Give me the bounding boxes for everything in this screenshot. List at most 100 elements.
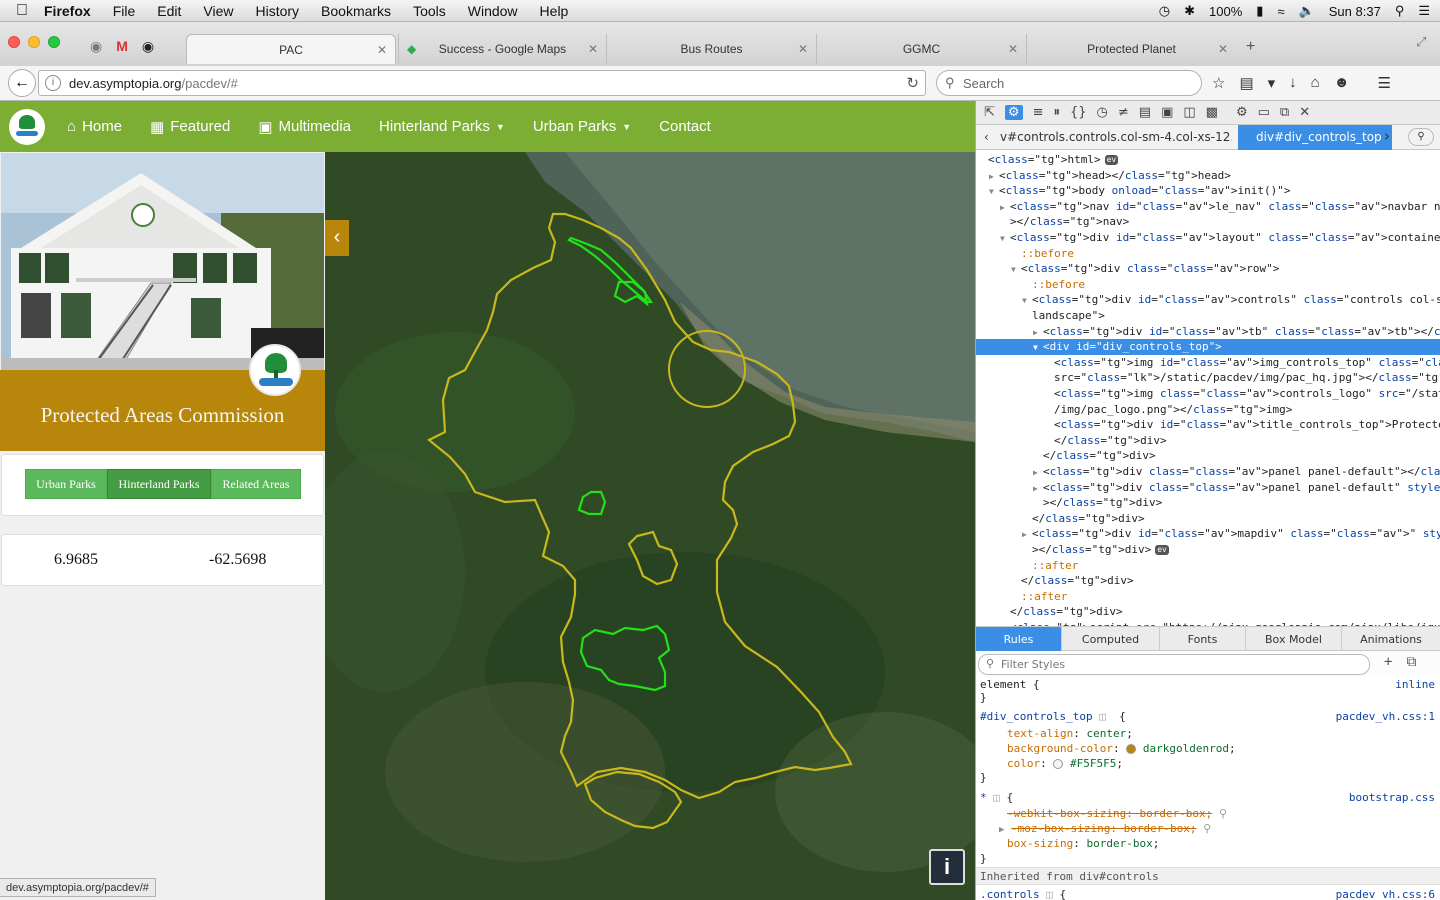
close-tab-icon[interactable]: ✕ [1218,42,1228,56]
rule-source-pacdev[interactable]: pacdev_vh.css:1 [1336,709,1435,724]
close-window-button[interactable] [8,36,20,48]
event-badge[interactable]: ev [1104,155,1119,165]
markup-node[interactable]: ▼ <class="tg">div id="class="av">controls… [976,292,1440,308]
markup-node[interactable]: </class="tg">div> [976,604,1440,620]
performance-icon[interactable]: ◷ [1097,105,1108,120]
markup-node[interactable]: ▶ <class="tg">head></class="tg">head> [976,168,1440,184]
menu-bookmarks[interactable]: Bookmarks [321,3,391,19]
search-html-icon[interactable]: ⚲ [1408,128,1434,146]
zoom-window-button[interactable] [48,36,60,48]
close-tab-icon[interactable]: ✕ [798,42,808,56]
close-tab-icon[interactable]: ✕ [1008,42,1018,56]
markup-node[interactable]: ▶ <class="tg">div id="class="av">tb" clas… [976,324,1440,340]
map-info-button[interactable]: i [929,849,965,885]
markup-node[interactable]: ▼ <class="tg">body onload="class="av">ini… [976,183,1440,199]
tab-box-model[interactable]: Box Model [1246,627,1342,651]
menu-edit[interactable]: Edit [157,3,181,19]
rule-source-bootstrap[interactable]: bootstrap.css [1349,790,1435,805]
tab-protected-planet[interactable]: Protected Planet ✕ [1026,34,1236,64]
menu-tools[interactable]: Tools [413,3,446,19]
settings-icon[interactable]: ⚙ [1236,105,1248,120]
home-icon[interactable]: ⌂ [1311,74,1320,92]
related-areas-button[interactable]: Related Areas [211,469,301,499]
markup-node[interactable]: /img/pac_logo.png"></class="tg">img> [976,402,1440,418]
menu-history[interactable]: History [255,3,299,19]
markup-node[interactable]: ▶ <class="tg">nav id="class="av">le_nav" … [976,199,1440,215]
search-bar[interactable]: ⚲ Search [936,70,1202,96]
pocket-icon[interactable]: ▾ [1268,74,1276,92]
nav-contact[interactable]: Contact [659,118,711,135]
selector-highlight-icon[interactable]: ◫ [1099,710,1106,723]
markup-view[interactable]: <class="tg">html> ev ▶ <class="tg">head></c… [976,150,1440,626]
decl-webkit-box-sizing[interactable]: -webkit-box-sizing: border-box; ⚲ [980,806,1435,821]
markup-node[interactable]: <class="tg">img class="class="av">contro… [976,386,1440,402]
wifi-icon[interactable]: ≈ [1277,4,1284,19]
nav-home[interactable]: ⌂ Home [67,118,122,135]
battery-percent[interactable]: 100% [1209,4,1242,19]
toggle-pseudo-class-icon[interactable]: ⧉ [1406,654,1416,670]
expand-arrow-icon[interactable]: ▶ [1033,325,1043,341]
breadcrumb-controls[interactable]: v#controls.controls.col-sm-4.col-xs-12… [1000,130,1232,144]
menu-file[interactable]: File [113,3,136,19]
battery-icon[interactable]: ▮ [1256,3,1263,19]
spotlight-icon[interactable]: ⚲ [1395,3,1405,19]
storage-icon[interactable]: ◫ [1183,105,1195,120]
decl-color[interactable]: color: #F5F5F5; [980,756,1435,771]
markup-node[interactable]: </class="tg">div> [976,511,1440,527]
url-bar[interactable]: i dev.asymptopia.org/pacdev/# ↻ [38,70,926,96]
reading-list-icon[interactable]: ▤ [1239,74,1253,92]
pinned-tab-gmail-icon[interactable]: M [116,38,128,55]
decl-box-sizing[interactable]: box-sizing: border-box; [980,836,1435,851]
site-info-icon[interactable]: i [45,75,61,91]
menu-view[interactable]: View [203,3,233,19]
tab-ggmc[interactable]: GGMC ✕ [816,34,1026,64]
nav-featured[interactable]: ▦ Featured [150,118,230,136]
menu-window[interactable]: Window [468,3,518,19]
add-rule-icon[interactable]: + [1384,654,1392,670]
markup-node[interactable]: ▼ <class="tg">div id="class="av">layout" … [976,230,1440,246]
map[interactable]: ‹ i [325,152,975,900]
markup-node[interactable]: ::after [976,589,1440,605]
console-icon[interactable]: ≡ [1033,105,1044,120]
filter-rules-icon[interactable]: ⚲ [1219,807,1227,820]
markup-node[interactable]: ::before [976,277,1440,293]
style-editor-icon[interactable]: {} [1070,105,1087,120]
close-tab-icon[interactable]: ✕ [588,42,598,56]
notification-center-icon[interactable]: ☰ [1418,3,1430,19]
expand-arrow-icon[interactable]: ▶ [999,825,1004,835]
expand-arrow-icon[interactable]: ▶ [989,169,999,185]
markup-node[interactable]: landscape"> [976,308,1440,324]
markup-node[interactable]: ></class="tg">nav> [976,214,1440,230]
expand-arrow-icon[interactable]: ▶ [1000,200,1010,216]
bluetooth-icon[interactable]: ✱ [1184,3,1195,19]
rule-source-pacdev-6[interactable]: pacdev_vh.css:6 [1336,887,1435,900]
fullscreen-icon[interactable]: ⤢ [1416,34,1426,50]
reload-icon[interactable]: ↻ [906,74,919,92]
expand-arrow-icon[interactable]: ▶ [1033,481,1043,497]
markup-node[interactable]: ::after [976,558,1440,574]
markup-node[interactable]: ></class="tg">div> ev [976,542,1440,558]
expand-arrow-icon[interactable]: ▼ [1000,231,1010,247]
filter-styles-input[interactable]: ⚲ Filter Styles [978,654,1370,675]
debugger-icon[interactable]: ⏸ [1053,105,1060,120]
markup-node[interactable]: ▼ <class="tg">div class="class="av">row"> [976,261,1440,277]
decl-background-color[interactable]: background-color: darkgoldenrod; [980,741,1435,756]
breadcrumb-back-icon[interactable]: ‹ [984,130,989,144]
markup-node[interactable]: <class="tg">img id="class="av">img_contr… [976,355,1440,371]
nav-urban-parks[interactable]: Urban Parks ▼ [533,118,631,135]
tab-computed[interactable]: Computed [1062,627,1160,651]
nav-multimedia[interactable]: ▣ Multimedia [258,118,351,136]
back-button[interactable]: ← [8,69,36,97]
time-machine-icon[interactable]: ◷ [1159,3,1170,19]
markup-node[interactable]: </class="tg">div> [976,573,1440,589]
app-name[interactable]: Firefox [44,3,91,19]
chat-icon[interactable]: ☻ [1334,74,1350,92]
markup-node[interactable]: src="class="lk">/static/pacdev/img/pac_h… [976,370,1440,386]
responsive-mode-icon[interactable]: ▤ [1139,105,1151,120]
markup-node[interactable]: ▶ <class="tg">div id="class="av">mapdiv" … [976,526,1440,542]
expand-arrow-icon[interactable]: ▼ [989,184,999,200]
tab-fonts[interactable]: Fonts [1160,627,1246,651]
decl-moz-box-sizing[interactable]: ▶ -moz-box-sizing: border-box; ⚲ [980,821,1435,836]
event-badge[interactable]: ev [1155,545,1169,555]
urban-parks-button[interactable]: Urban Parks [25,469,107,499]
